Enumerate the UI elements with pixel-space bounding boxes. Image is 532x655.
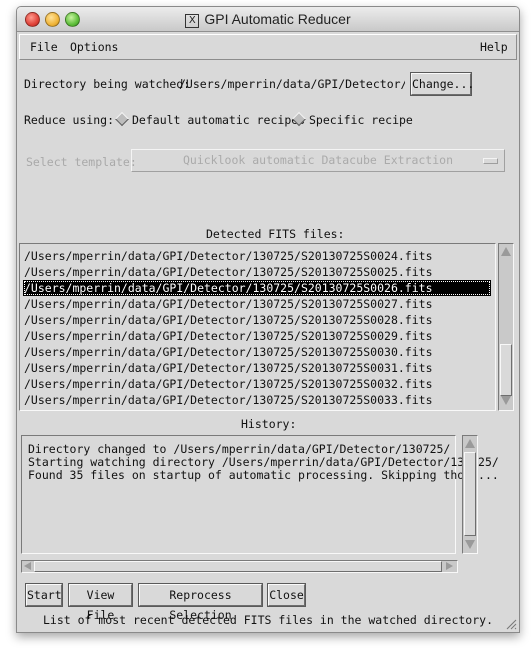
history-scroll-down-icon[interactable] bbox=[465, 540, 475, 549]
fits-file-item[interactable]: /Users/mperrin/data/GPI/Detector/130725/… bbox=[24, 312, 433, 328]
radio-default-recipes[interactable]: Default automatic recipes bbox=[114, 111, 306, 127]
history-log[interactable]: Directory changed to /Users/mperrin/data… bbox=[21, 435, 499, 554]
directory-path: /Users/mperrin/data/GPI/Detector/1307 bbox=[179, 77, 405, 91]
radio-specific-indicator[interactable] bbox=[291, 111, 307, 127]
menu-file[interactable]: File bbox=[30, 40, 58, 54]
history-heading: History: bbox=[241, 417, 297, 431]
option-menu-indicator-icon bbox=[483, 158, 498, 164]
start-button[interactable]: Start bbox=[26, 584, 62, 606]
radio-default-indicator[interactable] bbox=[114, 111, 130, 127]
menu-options[interactable]: Options bbox=[70, 40, 118, 54]
title-bar[interactable]: X GPI Automatic Reducer bbox=[17, 7, 519, 32]
history-vscrollbar[interactable] bbox=[462, 435, 478, 554]
fits-file-item-selected[interactable]: /Users/mperrin/data/GPI/Detector/130725/… bbox=[23, 280, 491, 296]
x11-icon: X bbox=[185, 14, 200, 28]
reduce-label: Reduce using: bbox=[24, 113, 115, 127]
resize-grip-icon[interactable] bbox=[505, 618, 517, 630]
history-hscroll-thumb[interactable] bbox=[34, 561, 442, 572]
history-scroll-left-icon[interactable] bbox=[24, 562, 31, 570]
menu-bar: File Options Help bbox=[19, 34, 517, 60]
fits-file-list[interactable]: /Users/mperrin/data/GPI/Detector/130725/… bbox=[19, 243, 496, 411]
radio-default-label: Default automatic recipes bbox=[132, 113, 306, 127]
window-title: X GPI Automatic Reducer bbox=[17, 11, 519, 28]
menu-help[interactable]: Help bbox=[480, 40, 508, 54]
history-line: Found 35 files on startup of automatic p… bbox=[28, 468, 499, 482]
view-file-button[interactable]: View File bbox=[69, 584, 132, 622]
status-bar: List of most recent detected FITS files … bbox=[42, 613, 494, 627]
fits-list-scrollbar[interactable] bbox=[498, 243, 514, 411]
fits-file-item[interactable]: /Users/mperrin/data/GPI/Detector/130725/… bbox=[24, 248, 433, 264]
directory-label: Directory being watched: bbox=[24, 77, 191, 91]
template-label: Select template: bbox=[26, 155, 137, 169]
history-vscroll-thumb[interactable] bbox=[464, 452, 476, 536]
fits-file-item[interactable]: /Users/mperrin/data/GPI/Detector/130725/… bbox=[24, 376, 433, 392]
window-title-text: GPI Automatic Reducer bbox=[204, 11, 351, 27]
fits-file-item[interactable]: /Users/mperrin/data/GPI/Detector/130725/… bbox=[24, 344, 433, 360]
scroll-up-arrow-icon[interactable] bbox=[501, 247, 511, 256]
fits-file-item[interactable]: /Users/mperrin/data/GPI/Detector/130725/… bbox=[24, 328, 433, 344]
fits-file-item[interactable]: /Users/mperrin/data/GPI/Detector/130725/… bbox=[24, 264, 433, 280]
fits-file-item[interactable]: /Users/mperrin/data/GPI/Detector/130725/… bbox=[24, 392, 433, 408]
app-window: X GPI Automatic Reducer File Options Help… bbox=[16, 6, 520, 633]
reprocess-selection-button[interactable]: Reprocess Selection bbox=[139, 584, 262, 622]
radio-specific-recipe[interactable]: Specific recipe bbox=[291, 111, 413, 127]
fits-file-item[interactable]: /Users/mperrin/data/GPI/Detector/130725/… bbox=[24, 296, 433, 312]
scroll-down-arrow-icon[interactable] bbox=[501, 396, 511, 405]
fits-list-scroll-thumb[interactable] bbox=[500, 344, 512, 396]
change-directory-button[interactable]: Change... bbox=[411, 73, 474, 95]
close-button[interactable]: Close bbox=[268, 584, 305, 606]
template-select-value: Quicklook automatic Datacube Extraction bbox=[182, 153, 454, 167]
history-scroll-right-icon[interactable] bbox=[446, 562, 453, 570]
template-select[interactable]: Quicklook automatic Datacube Extraction bbox=[131, 149, 505, 172]
radio-specific-label: Specific recipe bbox=[309, 113, 413, 127]
fits-heading: Detected FITS files: bbox=[206, 227, 345, 241]
history-hscrollbar[interactable] bbox=[21, 560, 458, 573]
history-scroll-up-icon[interactable] bbox=[465, 439, 475, 448]
fits-file-item[interactable]: /Users/mperrin/data/GPI/Detector/130725/… bbox=[24, 360, 433, 376]
